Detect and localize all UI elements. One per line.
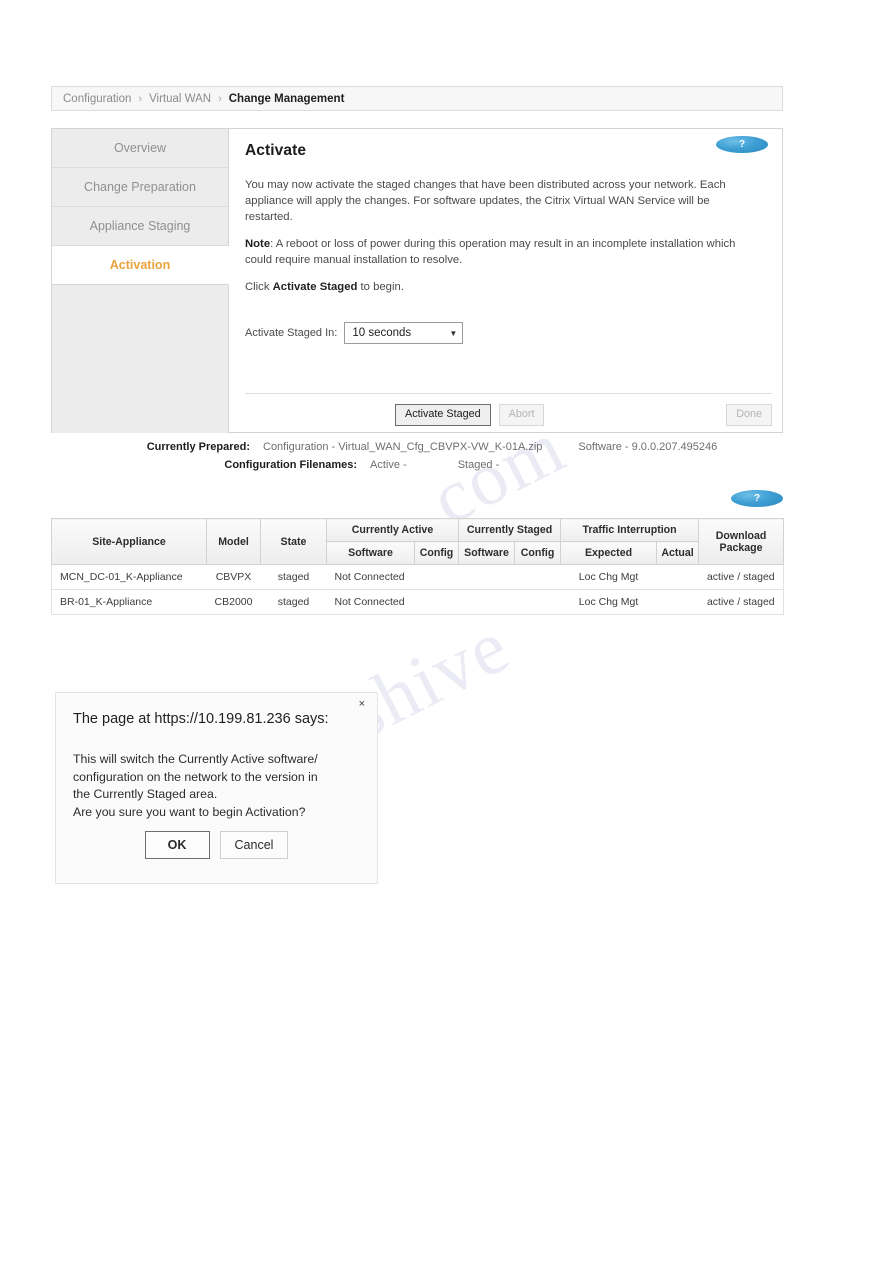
- dialog-button-row: OK Cancel: [56, 831, 377, 859]
- col-actual[interactable]: Actual: [656, 541, 700, 565]
- table-header-row-top: Site-Appliance Model State Currently Act…: [51, 518, 785, 565]
- sidebar-item-label: Activation: [109, 258, 171, 272]
- cell-site-appliance: MCN_DC-01_K-Appliance: [51, 564, 207, 590]
- cell-download-package[interactable]: active / staged: [698, 564, 785, 590]
- appliance-table: Site-Appliance Model State Currently Act…: [51, 518, 785, 615]
- configuration-filenames-line: Configuration Filenames: Active - Staged…: [51, 459, 783, 471]
- filename-active: Active -: [370, 459, 407, 471]
- col-staged-software[interactable]: Software: [458, 541, 516, 565]
- activate-delay-label: Activate Staged In:: [245, 327, 338, 339]
- dialog-body-line-1: This will switch the Currently Active so…: [73, 752, 318, 767]
- table-row: MCN_DC-01_K-Appliance CBVPX staged Not C…: [51, 564, 785, 590]
- breadcrumb-item-change-management: Change Management: [228, 92, 345, 105]
- breadcrumb: Configuration › Virtual WAN › Change Man…: [51, 86, 783, 111]
- col-group-currently-active: Currently Active: [325, 518, 460, 542]
- cell-state[interactable]: staged: [260, 564, 327, 590]
- done-button[interactable]: Done: [726, 404, 772, 426]
- col-group-traffic-interruption: Traffic Interruption: [560, 518, 700, 542]
- activate-delay-value: 10 seconds: [352, 327, 412, 339]
- sidebar: Overview Change Preparation Appliance St…: [52, 129, 229, 433]
- configuration-filenames-label: Configuration Filenames:: [224, 459, 357, 471]
- panel-divider: [245, 393, 772, 394]
- note-text: : A reboot or loss of power during this …: [245, 238, 736, 266]
- panel-button-row: Activate Staged Abort Done: [245, 404, 772, 426]
- abort-wrap: Abort: [498, 404, 545, 426]
- instruction-bold: Activate Staged: [272, 281, 358, 293]
- currently-prepared-config: Configuration - Virtual_WAN_Cfg_CBVPX-VW…: [263, 441, 543, 453]
- activate-delay-row: Activate Staged In: 10 seconds ▼: [245, 322, 766, 344]
- abort-button[interactable]: Abort: [498, 404, 545, 426]
- breadcrumb-separator-icon: ›: [138, 92, 143, 105]
- dialog-body-line-4: Are you sure you want to begin Activatio…: [73, 804, 306, 819]
- sidebar-item-label: Change Preparation: [84, 180, 196, 194]
- dialog-body-line-3: the Currently Staged area.: [73, 787, 218, 802]
- activation-note: Note: A reboot or loss of power during t…: [245, 236, 757, 268]
- status-block: Currently Prepared: Configuration - Virt…: [51, 441, 783, 477]
- activation-instruction: Click Activate Staged to begin.: [245, 279, 757, 295]
- cell-actual: [656, 564, 699, 590]
- activate-staged-button[interactable]: Activate Staged: [395, 404, 491, 426]
- cell-expected: Loc Chg Mgt: [560, 589, 657, 615]
- sidebar-item-label: Overview: [113, 141, 167, 155]
- help-icon-glyph: ?: [738, 138, 746, 150]
- note-label: Note: [245, 238, 271, 250]
- activate-staged-wrap: Activate Staged: [395, 404, 491, 426]
- sidebar-filler: [52, 285, 228, 433]
- col-site-appliance[interactable]: Site-Appliance: [51, 518, 207, 565]
- dialog-body: This will switch the Currently Active so…: [73, 751, 360, 821]
- col-model[interactable]: Model: [206, 518, 261, 565]
- sidebar-item-label: Appliance Staging: [89, 219, 191, 233]
- dialog-title: The page at https://10.199.81.236 says:: [73, 711, 329, 727]
- ok-button[interactable]: OK: [144, 831, 210, 859]
- cell-currently-staged: [458, 589, 561, 615]
- activation-content: ? Activate You may now activate the stag…: [229, 129, 782, 432]
- cell-download-package[interactable]: active / staged: [698, 589, 785, 615]
- col-expected[interactable]: Expected: [560, 541, 658, 565]
- cell-currently-active: Not Connected: [326, 564, 459, 590]
- breadcrumb-separator-icon: ›: [218, 92, 222, 105]
- table-row: BR-01_K-Appliance CB2000 staged Not Conn…: [51, 589, 785, 615]
- cell-currently-staged: [458, 564, 561, 590]
- activate-delay-select[interactable]: 10 seconds ▼: [344, 322, 464, 344]
- close-icon[interactable]: ×: [359, 699, 365, 710]
- appliance-table-body: MCN_DC-01_K-Appliance CBVPX staged Not C…: [51, 564, 785, 615]
- breadcrumb-item-virtual-wan[interactable]: Virtual WAN: [149, 93, 211, 105]
- instruction-suffix: to begin.: [357, 281, 404, 293]
- cell-model: CB2000: [206, 589, 261, 615]
- help-icon[interactable]: ?: [731, 490, 783, 507]
- col-group-currently-staged: Currently Staged: [458, 518, 562, 542]
- col-state[interactable]: State: [260, 518, 327, 565]
- cell-expected: Loc Chg Mgt: [560, 564, 657, 590]
- sidebar-item-appliance-staging[interactable]: Appliance Staging: [52, 207, 228, 246]
- cell-currently-active: Not Connected: [326, 589, 459, 615]
- currently-prepared-software: Software - 9.0.0.207.495246: [578, 441, 718, 453]
- currently-prepared-label: Currently Prepared:: [146, 441, 250, 453]
- col-active-config[interactable]: Config: [413, 541, 460, 565]
- breadcrumb-item-configuration[interactable]: Configuration: [63, 93, 131, 105]
- activation-description: You may now activate the staged changes …: [245, 179, 726, 223]
- sidebar-item-overview[interactable]: Overview: [52, 129, 228, 168]
- appliance-table-wrap: Site-Appliance Model State Currently Act…: [51, 518, 785, 615]
- currently-prepared-line: Currently Prepared: Configuration - Virt…: [51, 441, 783, 453]
- cell-site-appliance: BR-01_K-Appliance: [51, 589, 207, 615]
- col-download-package: Download Package: [698, 518, 785, 565]
- help-icon-glyph: ?: [753, 492, 761, 504]
- col-staged-config[interactable]: Config: [514, 541, 562, 565]
- sidebar-item-activation[interactable]: Activation: [52, 246, 229, 285]
- filename-staged: Staged -: [457, 459, 500, 471]
- cell-model: CBVPX: [206, 564, 261, 590]
- dialog-body-line-2: configuration on the network to the vers…: [73, 769, 318, 784]
- instruction-prefix: Click: [245, 281, 273, 293]
- help-icon[interactable]: ?: [716, 136, 768, 153]
- cancel-button[interactable]: Cancel: [219, 831, 289, 859]
- cell-actual: [656, 589, 699, 615]
- cell-state[interactable]: staged: [260, 589, 327, 615]
- confirmation-dialog: × The page at https://10.199.81.236 says…: [55, 692, 378, 884]
- change-management-panel: Overview Change Preparation Appliance St…: [51, 128, 783, 433]
- appliance-table-head: Site-Appliance Model State Currently Act…: [51, 518, 785, 565]
- page-title: Activate: [245, 142, 307, 159]
- col-active-software[interactable]: Software: [326, 541, 415, 565]
- chevron-down-icon: ▼: [449, 328, 458, 338]
- sidebar-item-change-preparation[interactable]: Change Preparation: [52, 168, 228, 207]
